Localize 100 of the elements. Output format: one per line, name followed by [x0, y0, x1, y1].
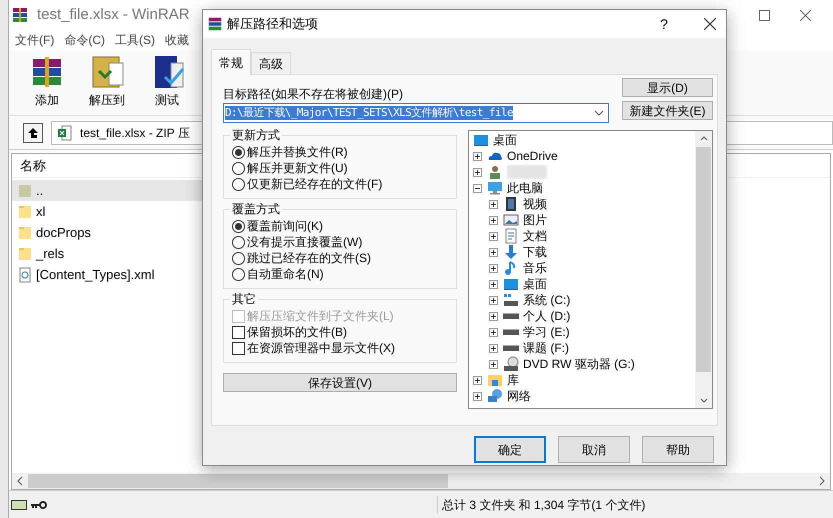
expand-icon[interactable]	[489, 216, 498, 224]
expand-icon[interactable]	[489, 264, 498, 272]
expand-icon[interactable]	[489, 200, 498, 208]
expand-icon[interactable]	[489, 328, 498, 336]
tree-item[interactable]: 学习 (E:)	[523, 325, 570, 339]
help-button[interactable]: ?	[652, 14, 676, 34]
tree-item[interactable]: 下载	[523, 245, 547, 259]
up-arrow-icon	[27, 126, 39, 138]
folder-icon	[18, 224, 32, 240]
toolbar-button[interactable]: 添加	[23, 53, 71, 109]
tab[interactable]: 常规	[211, 49, 251, 75]
folder-icon	[18, 182, 32, 198]
folder-icon	[18, 204, 32, 220]
expand-icon[interactable]	[489, 232, 498, 240]
up-folder-button[interactable]	[23, 122, 43, 142]
expand-icon[interactable]	[473, 168, 482, 176]
expand-icon[interactable]	[473, 152, 482, 160]
archive-books-icon	[207, 16, 223, 32]
status-text: 总计 3 文件夹 和 1,304 字节(1 个文件)	[437, 496, 646, 514]
tree-item[interactable]: 此电脑	[507, 181, 543, 195]
close-icon[interactable]	[704, 18, 716, 30]
tree-item[interactable]: 系统 (C:)	[523, 293, 570, 307]
tree-item[interactable]: 音乐	[523, 261, 547, 275]
radio-button[interactable]	[232, 220, 245, 232]
expand-icon[interactable]	[489, 280, 498, 288]
archive-books-icon	[11, 6, 29, 24]
file-row[interactable]: [Content_Types].xml	[12, 264, 202, 285]
toolbar-button[interactable]: 测试	[143, 53, 191, 109]
library-folder-icon	[487, 372, 503, 388]
group-title: 覆盖方式	[230, 201, 282, 217]
network-icon	[487, 388, 503, 404]
dialog-title: 解压路径和选项	[227, 15, 318, 34]
option-label: 跳过已经存在的文件(S)	[247, 250, 371, 267]
path-label: 目标路径(如果不存在将被创建)(P)	[223, 86, 404, 103]
file-row[interactable]: ..	[12, 180, 202, 201]
vertical-scrollbar[interactable]	[695, 131, 712, 408]
tree-item[interactable]: 库	[507, 373, 519, 387]
expand-icon[interactable]	[473, 392, 482, 400]
menu-item[interactable]: 文件(F)	[15, 31, 54, 49]
menu-item[interactable]: 命令(C)	[64, 31, 105, 49]
drive-icon	[503, 292, 519, 308]
monitor-icon	[473, 132, 489, 148]
option-label: 保留损坏的文件(B)	[247, 324, 347, 341]
drive-icon	[503, 313, 519, 319]
tree-item[interactable]: 课题 (F:)	[523, 341, 569, 355]
tree-item[interactable]: 图片	[523, 213, 547, 227]
file-row[interactable]: docProps	[12, 222, 202, 243]
tree-item[interactable]: 桌面	[493, 133, 517, 147]
option-label: 解压压缩文件到子文件夹(L)	[247, 308, 394, 325]
expand-icon[interactable]	[489, 360, 498, 368]
menu-item[interactable]: 工具(S)	[115, 31, 155, 49]
file-row[interactable]: _rels	[12, 243, 202, 264]
collapse-icon[interactable]	[473, 184, 482, 192]
option-label: 自动重命名(N)	[247, 266, 324, 283]
option-label: 解压并替换文件(R)	[247, 144, 348, 161]
radio-button[interactable]	[232, 146, 245, 158]
checkbox[interactable]	[232, 326, 245, 338]
expand-icon[interactable]	[473, 376, 482, 384]
horizontal-scrollbar[interactable]	[12, 473, 830, 489]
drive-icon	[503, 345, 519, 351]
radio-button[interactable]	[232, 162, 245, 174]
person-icon	[487, 164, 503, 180]
radio-button[interactable]	[232, 178, 245, 190]
redacted-label	[507, 165, 547, 179]
expand-icon[interactable]	[489, 312, 498, 320]
dialog-button[interactable]: 显示(D)	[622, 78, 713, 97]
tree-item[interactable]: 桌面	[523, 277, 547, 291]
expand-icon[interactable]	[489, 344, 498, 352]
radio-button[interactable]	[232, 236, 245, 248]
path-field[interactable]: D:\最近下载\_Major\TEST_SETS\XLS文件解析\test_file	[223, 103, 609, 123]
dialog-button[interactable]: 新建文件夹(E)	[622, 101, 713, 120]
file-row[interactable]: xl	[12, 201, 202, 222]
option-label: 覆盖前询问(K)	[247, 218, 323, 235]
maximize-icon[interactable]	[759, 10, 770, 20]
tree-item[interactable]: OneDrive	[507, 149, 558, 163]
save-settings-button[interactable]: 保存设置(V)	[223, 373, 457, 392]
dialog-button[interactable]: 确定	[474, 436, 546, 463]
tree-item[interactable]: 个人 (D:)	[523, 309, 570, 323]
checkbox[interactable]	[232, 342, 245, 354]
dialog-button[interactable]: 帮助	[642, 436, 714, 463]
option-label: 仅更新已经存在的文件(F)	[247, 176, 382, 193]
radio-button[interactable]	[232, 252, 245, 264]
dialog-button[interactable]: 取消	[558, 436, 630, 463]
column-header[interactable]: 名称	[20, 156, 46, 176]
radio-button[interactable]	[232, 268, 245, 280]
tree-item[interactable]: DVD RW 驱动器 (G:)	[523, 357, 635, 371]
drive-icon	[503, 329, 519, 335]
tree-item[interactable]: 视频	[523, 197, 547, 211]
tree-item[interactable]: 文档	[523, 229, 547, 243]
tab[interactable]: 高级	[251, 52, 291, 74]
toolbar-button[interactable]: 解压到	[83, 53, 131, 109]
down-arrow-icon	[503, 244, 519, 260]
tree-item[interactable]: 网络	[507, 389, 531, 403]
address-text: test_file.xlsx - ZIP 压	[80, 124, 190, 142]
expand-icon[interactable]	[489, 296, 498, 304]
path-text: D:\最近下载\_Major\TEST_SETS\XLS文件解析\test_file	[225, 106, 513, 120]
menu-item[interactable]: 收藏	[165, 31, 189, 49]
dropdown-caret-icon[interactable]	[594, 110, 604, 116]
film-icon	[503, 196, 519, 212]
expand-icon[interactable]	[489, 248, 498, 256]
